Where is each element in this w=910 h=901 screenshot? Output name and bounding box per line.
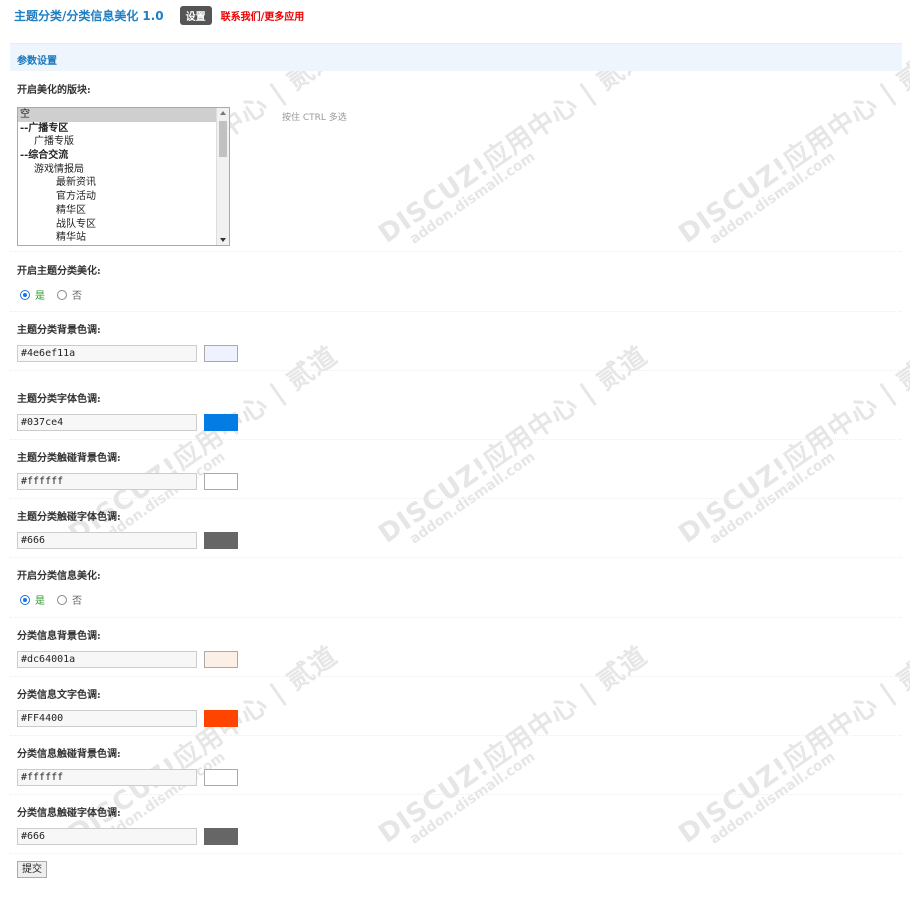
row-divider xyxy=(10,617,902,618)
board-option[interactable]: 游戏情报局 xyxy=(18,163,229,177)
row-divider xyxy=(10,251,902,252)
board-option[interactable]: 最新资讯 xyxy=(18,176,229,190)
watermark: DISCUZ!应用中心 | 贰道addon.dismall.com xyxy=(673,641,910,850)
row-divider xyxy=(10,498,902,499)
sort-bg-label: 分类信息背景色调: xyxy=(17,631,101,642)
watermark: DISCUZ!应用中心 | 贰道addon.dismall.com xyxy=(373,641,654,850)
board-option[interactable]: 空 xyxy=(18,108,229,122)
no-label: 否 xyxy=(72,596,82,607)
board-option[interactable]: 官方活动 xyxy=(18,190,229,204)
board-group: --综合交流 xyxy=(20,150,69,162)
thread-type-yes-radio[interactable] xyxy=(20,289,30,300)
multiselect-hint: 按住 CTRL 多选 xyxy=(282,113,347,123)
sort-hover-bg-color-input[interactable]: #ffffff xyxy=(17,769,197,786)
contact-links[interactable]: 联系我们/更多应用 xyxy=(221,8,305,23)
thread-font-color-input[interactable]: #037ce4 xyxy=(17,414,197,431)
thread-hover-bg-label: 主题分类触碰背景色调: xyxy=(17,453,121,464)
thread-bg-label: 主题分类背景色调: xyxy=(17,325,101,336)
sort-font-color-swatch[interactable] xyxy=(204,710,238,727)
submit-button[interactable]: 提交 xyxy=(17,861,47,878)
scroll-down-icon[interactable] xyxy=(220,238,226,242)
board-option[interactable]: 战队专区 xyxy=(18,218,229,232)
sort-font-color-input[interactable]: #FF4400 xyxy=(17,710,197,727)
thread-font-label: 主题分类字体色调: xyxy=(17,394,101,405)
boards-label: 开启美化的版块: xyxy=(17,85,91,96)
sort-hover-bg-label: 分类信息触碰背景色调: xyxy=(17,749,121,760)
row-divider xyxy=(10,853,902,854)
thread-hover-font-label: 主题分类触碰字体色调: xyxy=(17,512,121,523)
row-divider xyxy=(10,676,902,677)
settings-button[interactable]: 设置 xyxy=(179,5,212,25)
page-header: 主题分类/分类信息美化 1.0 设置 联系我们/更多应用 xyxy=(14,5,305,25)
sort-info-no-radio[interactable] xyxy=(57,594,67,605)
thread-bg-color-input[interactable]: #4e6ef11a xyxy=(17,345,197,362)
scroll-up-icon[interactable] xyxy=(220,111,226,115)
row-divider xyxy=(10,311,902,312)
yes-label: 是 xyxy=(35,596,45,607)
scroll-thumb[interactable] xyxy=(219,121,227,157)
row-divider xyxy=(10,370,902,371)
board-option[interactable]: 广播专版 xyxy=(18,135,229,149)
boards-multiselect[interactable]: 空 --广播专区 广播专版 --综合交流 游戏情报局 最新资讯 官方活动 精华区… xyxy=(17,107,230,246)
row-divider xyxy=(10,794,902,795)
section-header: 参数设置 xyxy=(10,43,902,71)
sort-hover-font-label: 分类信息触碰字体色调: xyxy=(17,808,121,819)
contact-link[interactable]: 联系我们/更多应用 xyxy=(221,12,305,23)
sort-info-label: 开启分类信息美化: xyxy=(17,571,101,582)
row-divider xyxy=(10,557,902,558)
sort-hover-font-color-swatch[interactable] xyxy=(204,828,238,845)
board-group: --广播专区 xyxy=(20,122,69,134)
sort-bg-color-swatch[interactable] xyxy=(204,651,238,668)
thread-bg-color-swatch[interactable] xyxy=(204,345,238,362)
sort-info-yes-radio[interactable] xyxy=(20,594,30,605)
thread-hover-font-color-swatch[interactable] xyxy=(204,532,238,549)
listbox-scrollbar[interactable] xyxy=(216,108,229,245)
board-option[interactable]: 精华站 xyxy=(18,231,229,245)
row-divider xyxy=(10,439,902,440)
yes-label: 是 xyxy=(35,291,45,302)
thread-type-radio-group: 是 否 xyxy=(20,287,82,302)
thread-font-color-swatch[interactable] xyxy=(204,414,238,431)
thread-type-label: 开启主题分类美化: xyxy=(17,266,101,277)
thread-hover-font-color-input[interactable]: #666 xyxy=(17,532,197,549)
no-label: 否 xyxy=(72,291,82,302)
sort-hover-font-color-input[interactable]: #666 xyxy=(17,828,197,845)
sort-bg-color-input[interactable]: #dc64001a xyxy=(17,651,197,668)
sort-hover-bg-color-swatch[interactable] xyxy=(204,769,238,786)
thread-hover-bg-color-input[interactable]: #ffffff xyxy=(17,473,197,490)
plugin-title: 主题分类/分类信息美化 1.0 xyxy=(14,8,164,23)
board-option[interactable]: 精华区 xyxy=(18,204,229,218)
sort-font-label: 分类信息文字色调: xyxy=(17,690,101,701)
sort-info-radio-group: 是 否 xyxy=(20,592,82,607)
thread-hover-bg-color-swatch[interactable] xyxy=(204,473,238,490)
thread-type-no-radio[interactable] xyxy=(57,289,67,300)
section-title: 参数设置 xyxy=(17,56,57,67)
row-divider xyxy=(10,735,902,736)
